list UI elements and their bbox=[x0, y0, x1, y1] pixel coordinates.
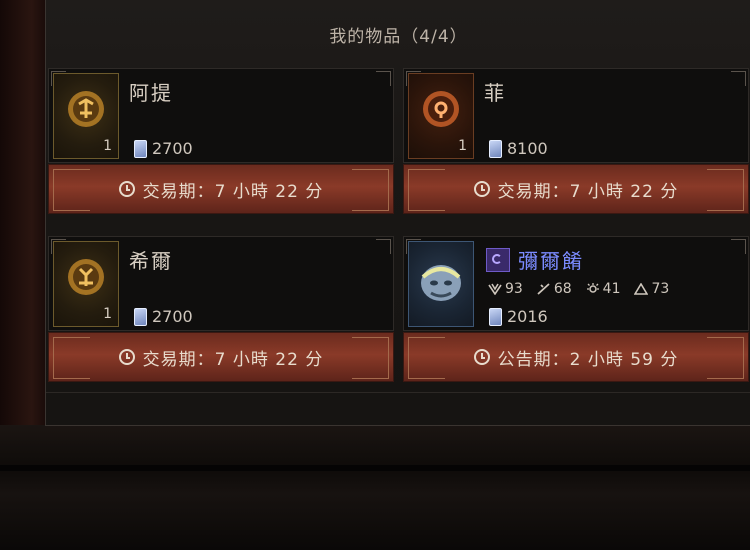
background-bottom bbox=[0, 425, 750, 550]
stat-value: 68 bbox=[553, 281, 572, 297]
item-card-unique-helm[interactable]: 彌爾餚 93 68 41 73 2016 公告期：2 小時 59 分 bbox=[403, 236, 749, 386]
stat-attack: 68 bbox=[537, 281, 572, 297]
stat-resist: 41 bbox=[586, 281, 621, 297]
item-card-body: 1 菲 8100 bbox=[403, 68, 749, 163]
corner-ornament bbox=[731, 239, 746, 254]
item-card-xier[interactable]: 1 希爾 2700 交易期：7 小時 22 分 bbox=[48, 236, 394, 386]
item-icon-slot[interactable] bbox=[408, 241, 474, 327]
stat-value: 73 bbox=[651, 281, 670, 297]
item-price: 2700 bbox=[134, 139, 193, 158]
timer-text: 交易期：7 小時 22 分 bbox=[142, 181, 324, 202]
item-name: 希爾 bbox=[129, 249, 173, 273]
item-card-body: 1 希爾 2700 bbox=[48, 236, 394, 331]
platinum-coin-icon bbox=[134, 139, 147, 158]
stat-armor: 93 bbox=[488, 281, 523, 297]
item-price: 2016 bbox=[489, 307, 548, 326]
price-value: 2700 bbox=[152, 307, 193, 326]
background-left bbox=[0, 0, 45, 425]
armor-stat-icon bbox=[488, 283, 502, 295]
price-value: 8100 bbox=[507, 139, 548, 158]
rune-icon bbox=[68, 91, 104, 128]
timer-text: 交易期：7 小時 22 分 bbox=[497, 181, 679, 202]
helm-icon bbox=[421, 265, 461, 302]
item-quantity: 1 bbox=[103, 306, 112, 322]
stat-utility: 73 bbox=[634, 281, 669, 297]
item-price: 8100 bbox=[489, 139, 548, 158]
item-stats: 93 68 41 73 bbox=[488, 281, 669, 297]
triangle-stat-icon bbox=[634, 283, 649, 295]
platinum-coin-icon bbox=[134, 307, 147, 326]
corner-ornament bbox=[376, 239, 391, 254]
announce-timer-banner: 公告期：2 小時 59 分 bbox=[403, 332, 749, 382]
clock-icon bbox=[473, 181, 490, 197]
sword-stat-icon bbox=[537, 283, 550, 295]
item-price: 2700 bbox=[134, 307, 193, 326]
item-name: 彌爾餚 bbox=[518, 249, 584, 273]
trade-timer-banner: 交易期：7 小時 22 分 bbox=[48, 332, 394, 382]
clock-icon bbox=[118, 349, 135, 365]
item-icon-slot[interactable]: 1 bbox=[408, 73, 474, 159]
item-card-ati[interactable]: 1 阿提 2700 交易期：7 小時 22 分 bbox=[48, 68, 394, 218]
platinum-coin-icon bbox=[489, 307, 502, 326]
item-card-body: 1 阿提 2700 bbox=[48, 68, 394, 163]
item-card-fei[interactable]: 1 菲 8100 交易期：7 小時 22 分 bbox=[403, 68, 749, 218]
clock-icon bbox=[118, 181, 135, 197]
item-name: 阿提 bbox=[129, 81, 173, 105]
platinum-coin-icon bbox=[489, 139, 502, 158]
trade-timer-banner: 交易期：7 小時 22 分 bbox=[403, 164, 749, 214]
stat-value: 41 bbox=[602, 281, 621, 297]
trade-timer-banner: 交易期：7 小時 22 分 bbox=[48, 164, 394, 214]
item-quantity: 1 bbox=[458, 138, 467, 154]
rune-icon bbox=[68, 259, 104, 296]
rune-icon bbox=[423, 91, 459, 128]
unique-rarity-icon bbox=[486, 247, 510, 272]
price-value: 2016 bbox=[507, 307, 548, 326]
timer-text: 交易期：7 小時 22 分 bbox=[142, 349, 324, 370]
item-icon-slot[interactable]: 1 bbox=[53, 73, 119, 159]
sun-stat-icon bbox=[586, 283, 599, 293]
panel-title: 我的物品（4/4） bbox=[329, 27, 468, 47]
item-name-row: 彌爾餚 bbox=[486, 245, 584, 274]
stat-value: 93 bbox=[505, 281, 523, 297]
item-icon-slot[interactable]: 1 bbox=[53, 241, 119, 327]
item-name: 菲 bbox=[484, 81, 506, 105]
item-card-body: 彌爾餚 93 68 41 73 2016 bbox=[403, 236, 749, 331]
corner-ornament bbox=[376, 71, 391, 86]
clock-icon bbox=[473, 349, 490, 365]
item-quantity: 1 bbox=[103, 138, 112, 154]
timer-text: 公告期：2 小時 59 分 bbox=[497, 349, 679, 370]
price-value: 2700 bbox=[152, 139, 193, 158]
panel-divider bbox=[46, 392, 750, 393]
my-items-panel: 我的物品（4/4） 1 阿提 2700 交易期：7 小時 22 分 1 菲 81… bbox=[45, 0, 750, 426]
corner-ornament bbox=[731, 71, 746, 86]
